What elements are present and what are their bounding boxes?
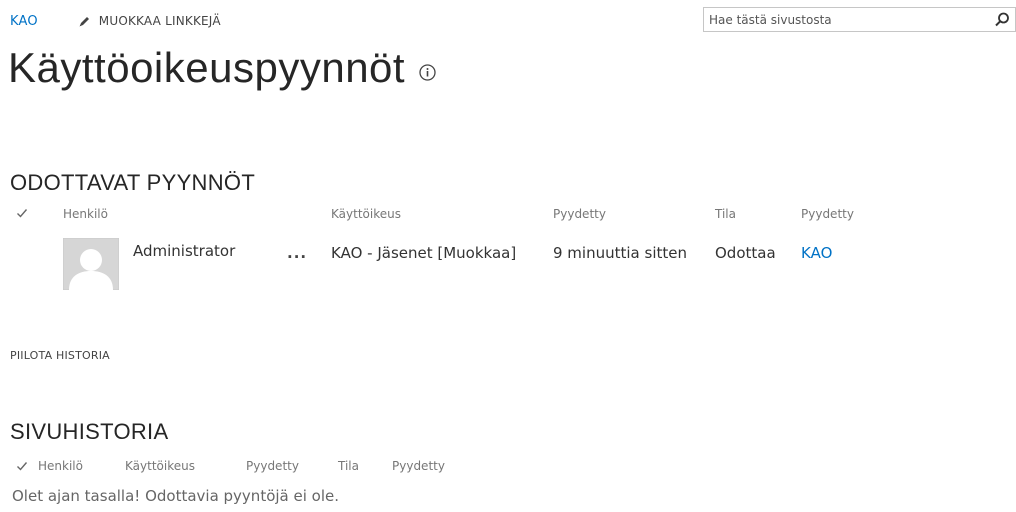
history-col-header-status[interactable]: Tila <box>338 459 359 473</box>
person-placeholder-icon <box>63 238 119 290</box>
history-col-header-requested-from[interactable]: Pyydetty <box>392 459 445 473</box>
requested-time-value: 9 minuuttia sitten <box>553 244 687 262</box>
select-all-check-icon[interactable] <box>16 207 28 219</box>
edit-links-label: MUOKKAA LINKKEJÄ <box>98 14 221 28</box>
page-title-text: Käyttöoikeuspyynnöt <box>8 44 406 91</box>
history-col-header-person[interactable]: Henkilö <box>38 459 83 473</box>
history-select-all-check-icon[interactable] <box>16 460 28 472</box>
col-header-requested-from[interactable]: Pyydetty <box>801 207 854 221</box>
search-icon[interactable] <box>993 11 1011 29</box>
status-value: Odottaa <box>715 244 776 262</box>
search-input[interactable] <box>704 8 974 31</box>
col-header-person[interactable]: Henkilö <box>63 207 108 221</box>
permission-value: KAO - Jäsenet [Muokkaa] <box>331 244 517 262</box>
page-title: Käyttöoikeuspyynnöt <box>8 44 436 92</box>
person-name[interactable]: Administrator <box>133 242 235 260</box>
item-menu-button[interactable]: ... <box>287 244 307 262</box>
pending-requests-title: ODOTTAVAT PYYNNÖT <box>10 170 256 195</box>
hide-history-link[interactable]: PIILOTA HISTORIA <box>10 349 110 362</box>
site-link[interactable]: KAO <box>10 14 38 29</box>
site-history-title: SIVUHISTORIA <box>10 419 169 444</box>
empty-history-message: Olet ajan tasalla! Odottavia pyyntöjä ei… <box>12 487 340 505</box>
history-col-header-requested[interactable]: Pyydetty <box>246 459 299 473</box>
pencil-icon <box>79 16 89 26</box>
history-col-header-permission[interactable]: Käyttöikeus <box>125 459 195 473</box>
col-header-permission[interactable]: Käyttöikeus <box>331 207 401 221</box>
top-nav: KAO MUOKKAA LINKKEJÄ <box>10 10 221 32</box>
avatar[interactable] <box>63 238 119 290</box>
search-box <box>703 7 1016 32</box>
col-header-status[interactable]: Tila <box>715 207 736 221</box>
edit-links-button[interactable]: MUOKKAA LINKKEJÄ <box>78 14 221 28</box>
requested-from-link[interactable]: KAO <box>801 244 832 262</box>
col-header-requested[interactable]: Pyydetty <box>553 207 606 221</box>
info-icon[interactable] <box>419 63 436 81</box>
